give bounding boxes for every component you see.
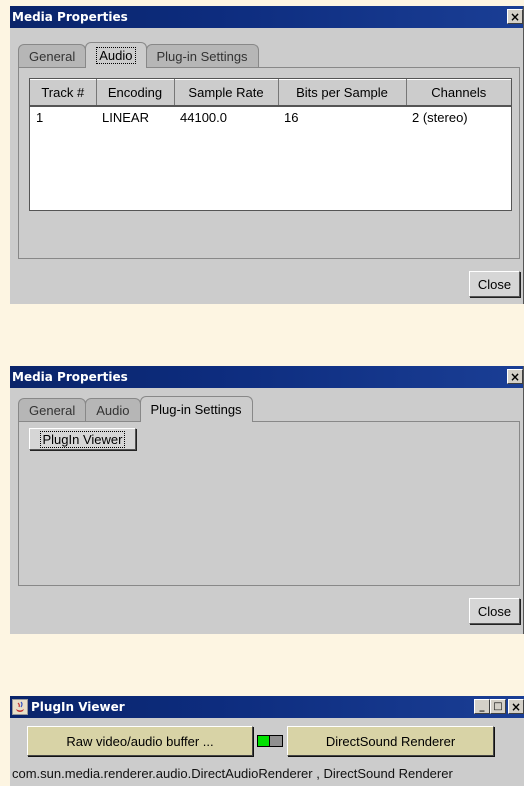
tab-audio[interactable]: Audio [85,398,141,422]
tab-general[interactable]: General [18,398,87,422]
media-properties-window-plugin: Media Properties × General Audio Plug-in… [10,366,524,634]
cell-channels: 2 (stereo) [406,105,511,128]
tab-plugin-settings[interactable]: Plug-in Settings [139,396,253,422]
window-body: General Audio Plug-in Settings PlugIn Vi… [10,388,523,634]
close-icon[interactable]: × [507,9,523,24]
window-body: General Audio Plug-in Settings Track # E… [10,28,523,304]
audio-track-table: Track # Encoding Sample Rate Bits per Sa… [29,78,512,211]
column-header-bits-per-sample[interactable]: Bits per Sample [278,79,407,107]
plugin-viewer-button[interactable]: PlugIn Viewer [29,428,136,450]
tab-strip: General Audio Plug-in Settings [18,396,253,422]
tab-panel: Track # Encoding Sample Rate Bits per Sa… [18,67,520,259]
column-header-encoding[interactable]: Encoding [96,79,175,107]
java-app-icon [12,699,28,715]
media-properties-window-audio: Media Properties × General Audio Plug-in… [10,6,524,304]
minimize-icon[interactable]: _ [474,699,490,714]
table-row[interactable]: 1 LINEAR 44100.0 16 2 (stereo) [30,105,511,128]
raw-buffer-node-button[interactable]: Raw video/audio buffer ... [27,726,253,756]
tab-plugin-settings[interactable]: Plug-in Settings [145,44,259,68]
window-title: Media Properties [12,370,128,384]
connector-idle-segment [270,736,282,746]
column-header-track[interactable]: Track # [30,79,97,107]
cell-track: 1 [30,105,96,128]
window-title: Media Properties [12,10,128,24]
cell-bits-per-sample: 16 [278,105,406,128]
table-header-row: Track # Encoding Sample Rate Bits per Sa… [30,79,511,107]
plugin-viewer-window: PlugIn Viewer _ □ × Raw video/audio buff… [10,696,524,786]
tab-audio[interactable]: Audio [85,42,147,68]
close-icon[interactable]: × [508,699,524,714]
close-icon[interactable]: × [507,369,523,384]
title-bar[interactable]: Media Properties × [10,6,523,28]
cell-sample-rate: 44100.0 [174,105,278,128]
close-button[interactable]: Close [469,271,520,297]
status-line: com.sun.media.renderer.audio.DirectAudio… [12,766,453,781]
connector-active-segment [258,736,270,746]
close-button[interactable]: Close [469,598,520,624]
window-body: Raw video/audio buffer ... DirectSound R… [10,718,524,786]
title-bar[interactable]: Media Properties × [10,366,523,388]
cell-encoding: LINEAR [96,105,174,128]
column-header-channels[interactable]: Channels [406,79,511,107]
title-bar[interactable]: PlugIn Viewer _ □ × [10,696,524,718]
tab-strip: General Audio Plug-in Settings [18,42,259,68]
tab-panel: PlugIn Viewer [18,421,520,586]
tab-general[interactable]: General [18,44,87,68]
directsound-renderer-node-button[interactable]: DirectSound Renderer [287,726,494,756]
window-controls: _ □ × [474,699,524,714]
maximize-icon[interactable]: □ [490,699,506,714]
window-title: PlugIn Viewer [31,700,125,714]
connector-link [257,735,283,747]
column-header-sample-rate[interactable]: Sample Rate [174,79,279,107]
